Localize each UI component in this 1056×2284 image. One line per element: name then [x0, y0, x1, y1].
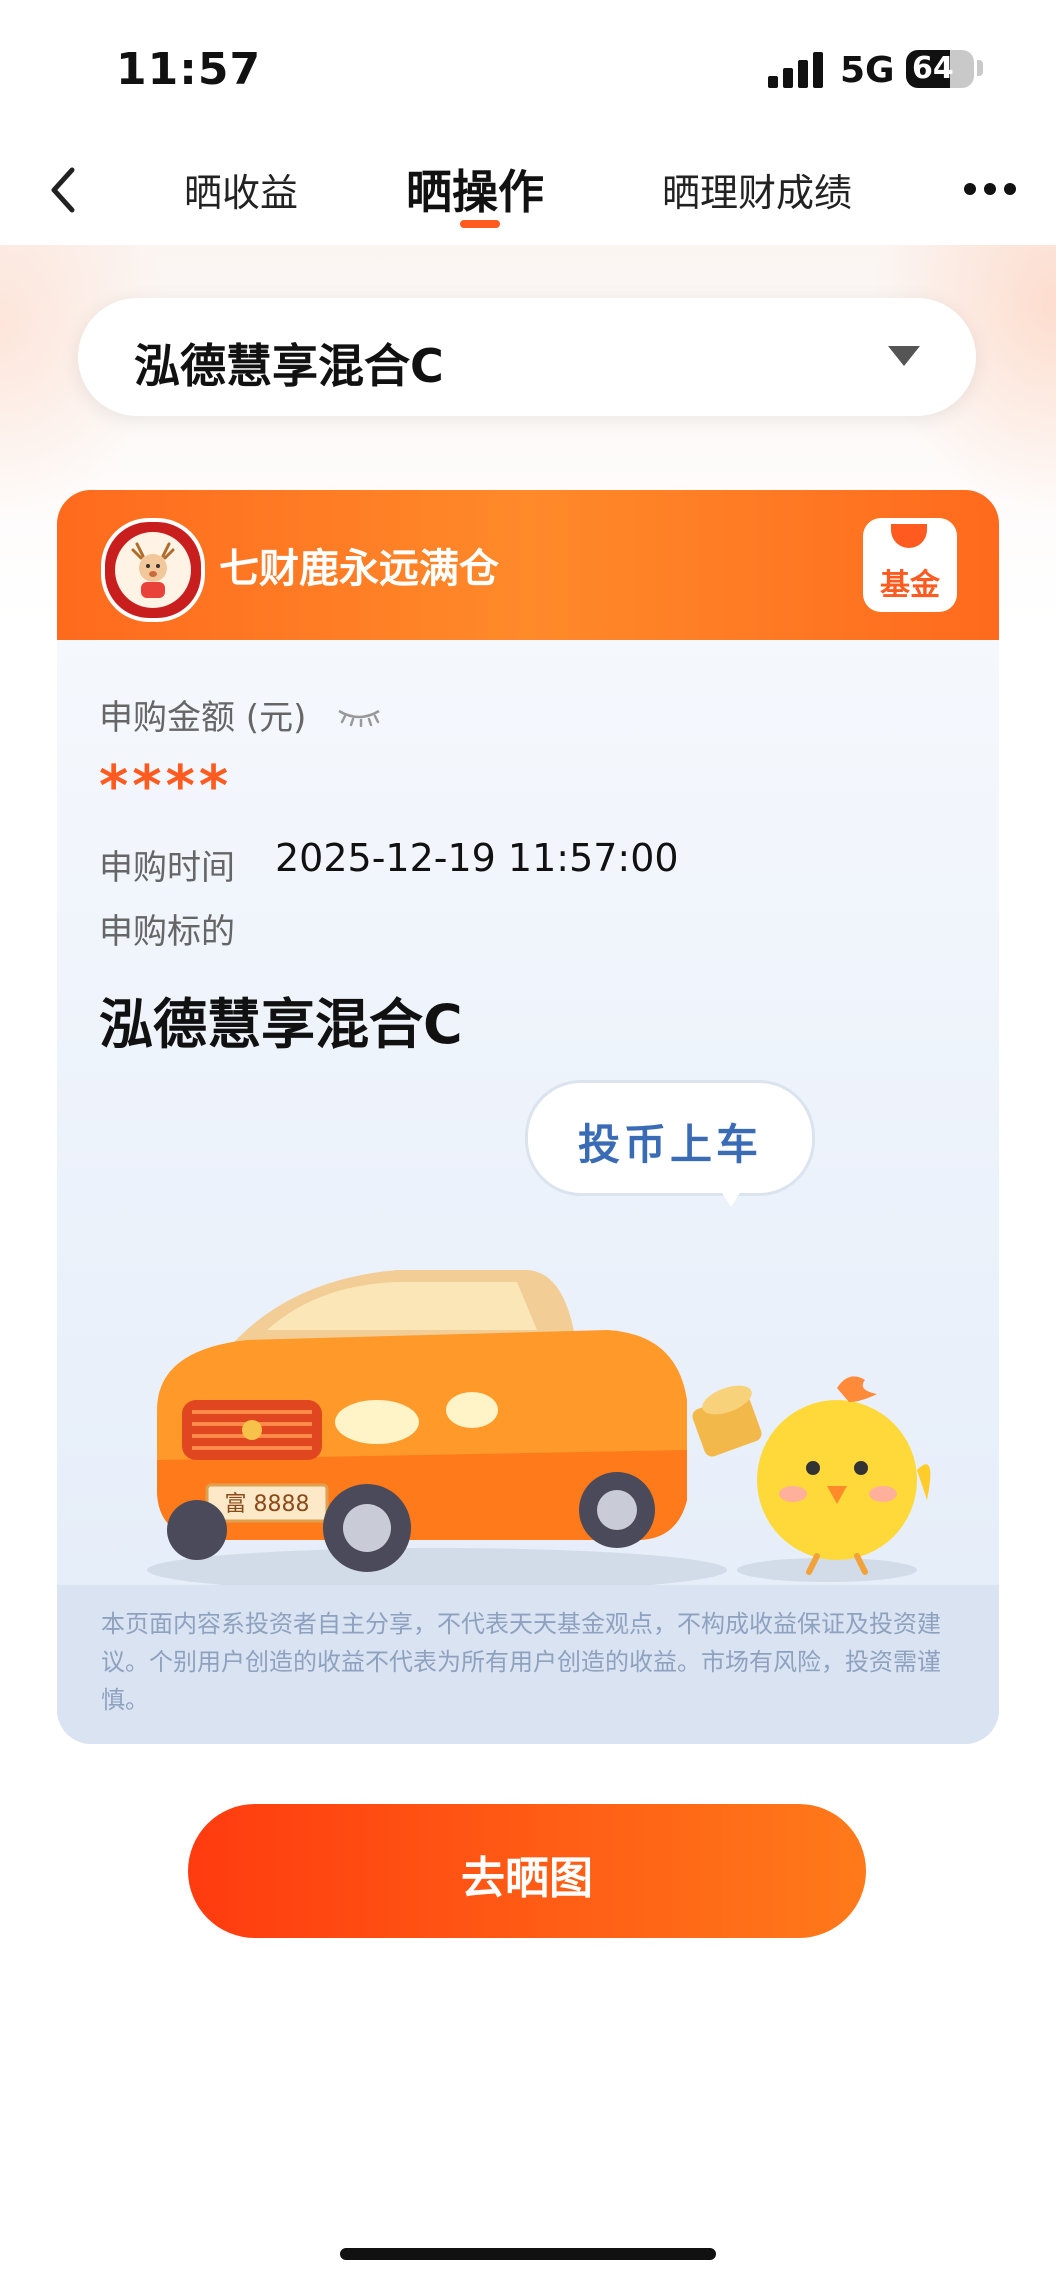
- bubble-text: 投币上车: [577, 1120, 762, 1169]
- time-label: 申购时间: [99, 848, 235, 888]
- active-tab-indicator: [460, 220, 500, 228]
- amount-masked: ****: [99, 754, 233, 819]
- top-nav: 晒收益 晒操作 晒理财成绩: [0, 140, 1056, 250]
- signal-icon: [768, 52, 824, 88]
- card-title: 七财鹿永远满仓: [219, 546, 499, 592]
- home-indicator[interactable]: [340, 2248, 716, 2260]
- tab-share-operations[interactable]: 晒操作: [406, 156, 544, 222]
- fund-logo-icon: [891, 524, 927, 548]
- card-header: 七财鹿永远满仓 基金: [57, 490, 999, 640]
- amount-label: 申购金额 (元): [99, 698, 307, 738]
- more-icon[interactable]: [960, 178, 1020, 198]
- chick-mascot-icon: [692, 1376, 931, 1575]
- deer-mascot-icon: [131, 542, 175, 598]
- back-arrow-icon[interactable]: [40, 160, 90, 220]
- eye-closed-icon[interactable]: [337, 707, 381, 727]
- card-body: 申购金额 (元) **** 申购时间 2025-12-19 11:57:00 申…: [57, 640, 999, 1592]
- fund-selector[interactable]: 泓德慧享混合C: [78, 298, 976, 416]
- share-image-button-label: 去晒图: [461, 1853, 593, 1904]
- speech-bubble: 投币上车: [525, 1080, 815, 1196]
- disclaimer-text: 本页面内容系投资者自主分享，不代表天天基金观点，不构成收益保证及投资建议。个别用…: [101, 1610, 941, 1714]
- network-type: 5G: [840, 50, 895, 91]
- car-icon: [157, 1270, 687, 1572]
- target-value: 泓德慧享混合C: [99, 993, 463, 1056]
- fund-badge: 基金: [863, 518, 957, 612]
- bubble-tail: [717, 1185, 745, 1207]
- tab-share-earnings[interactable]: 晒收益: [184, 162, 298, 217]
- license-plate: 富 8888: [225, 1492, 310, 1517]
- share-card: 七财鹿永远满仓 基金 申购金额 (元) **** 申购时间 2025-12-19…: [57, 490, 999, 1744]
- disclaimer: 本页面内容系投资者自主分享，不代表天天基金观点，不构成收益保证及投资建议。个别用…: [57, 1585, 999, 1744]
- status-bar: 11:57 5G 64: [0, 0, 1056, 140]
- car-chick-illustration: 富 8888: [147, 1270, 931, 1592]
- fund-selector-label: 泓德慧享混合C: [134, 339, 444, 393]
- time-value: 2025-12-19 11:57:00: [275, 836, 679, 880]
- battery-icon: 64: [906, 50, 974, 88]
- target-label: 申购标的: [99, 912, 235, 952]
- caret-down-icon: [888, 346, 920, 366]
- share-image-button[interactable]: 去晒图: [188, 1804, 866, 1938]
- battery-level: 64: [912, 51, 954, 86]
- avatar: [101, 518, 205, 622]
- battery-tip: [977, 60, 983, 76]
- status-time: 11:57: [116, 44, 262, 95]
- fund-badge-text: 基金: [880, 568, 940, 603]
- tab-share-results[interactable]: 晒理财成绩: [662, 162, 852, 217]
